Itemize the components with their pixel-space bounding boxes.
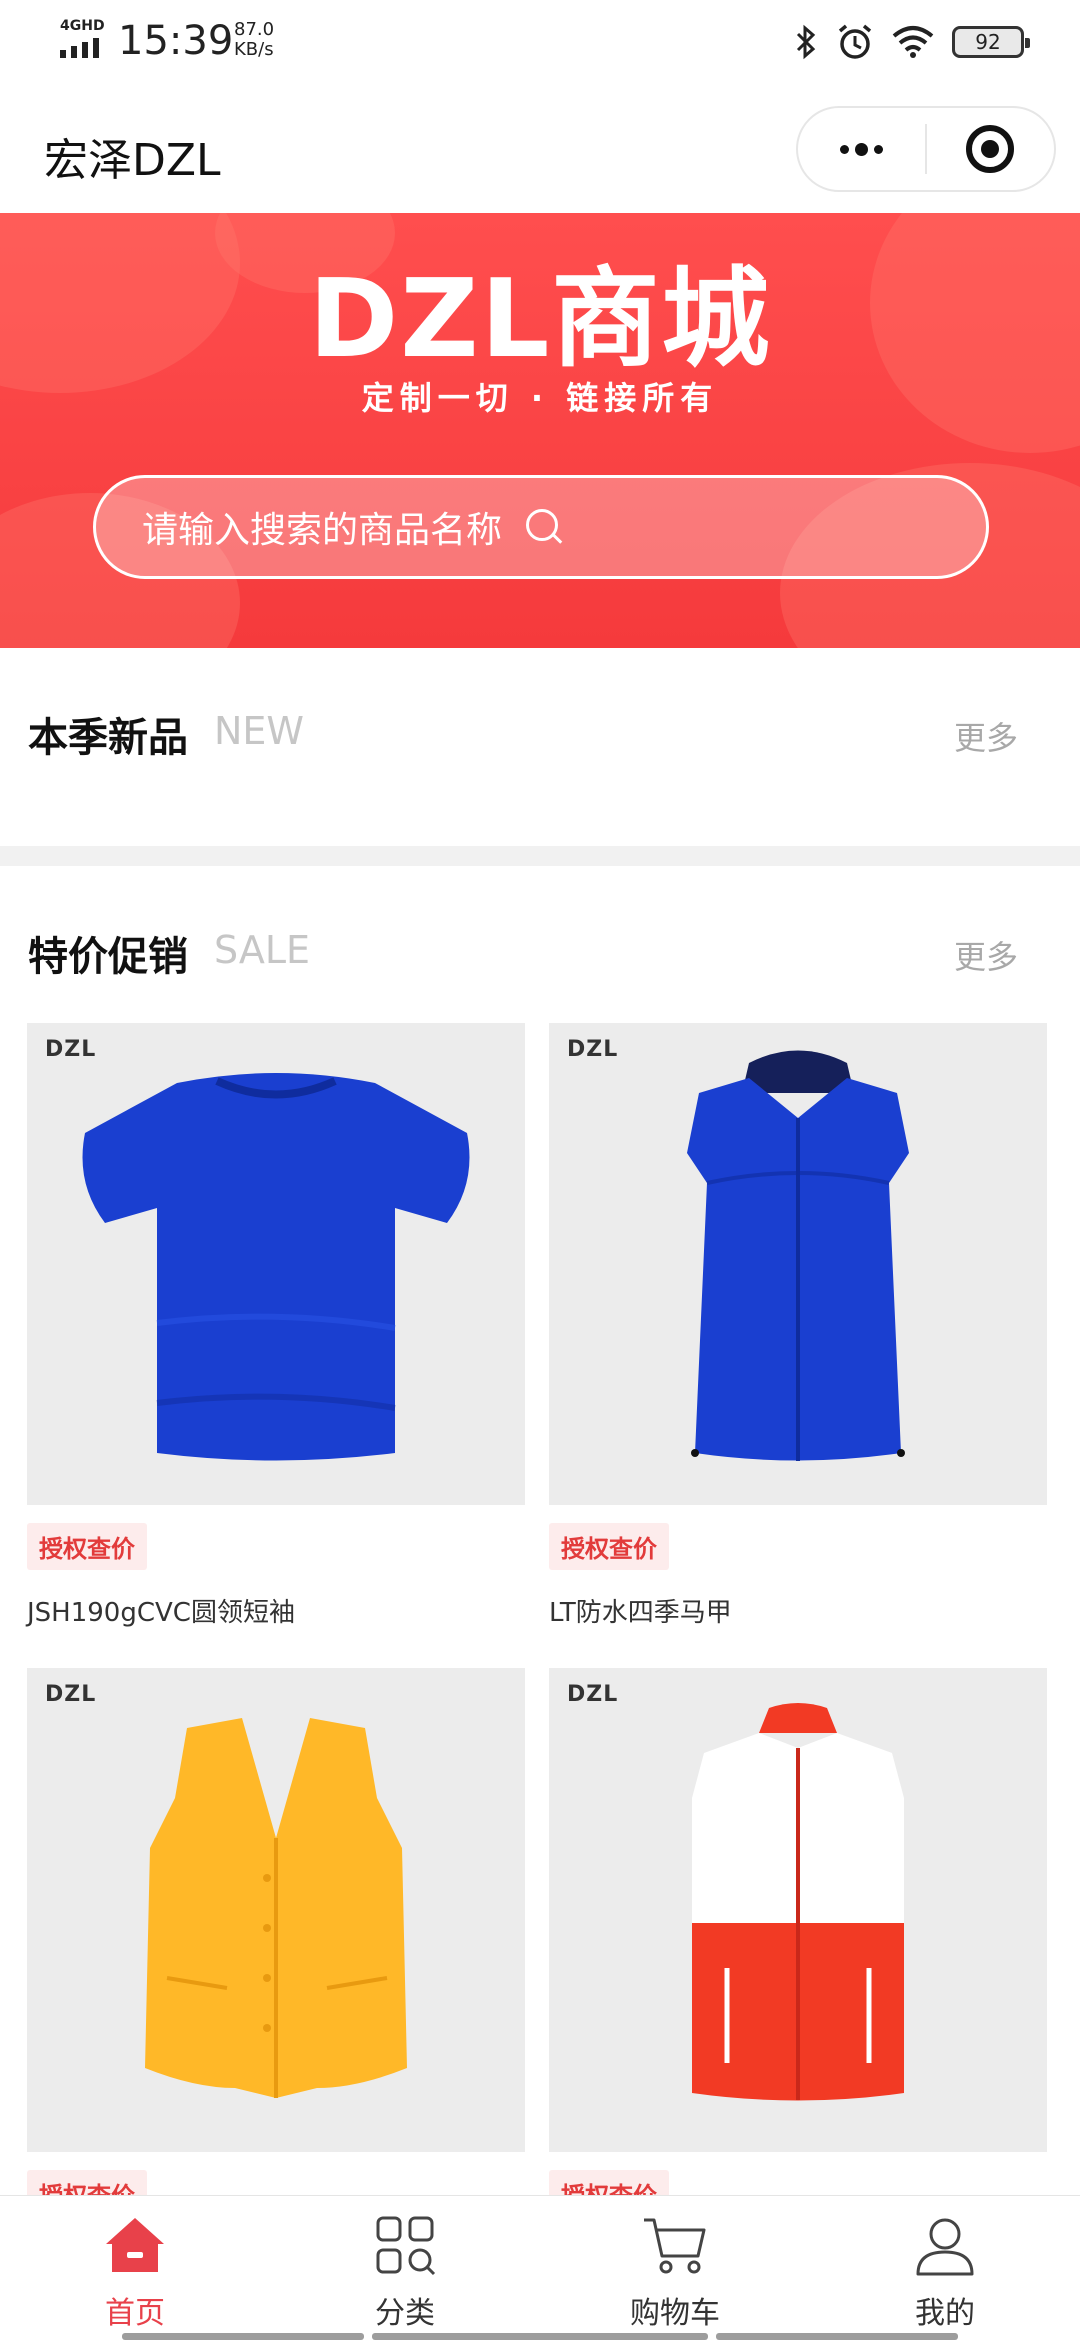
product-image[interactable]: DZL [549, 1668, 1047, 2152]
signal-icon [60, 38, 99, 58]
gesture-bar [716, 2333, 958, 2340]
alarm-icon [838, 24, 872, 59]
search-placeholder: 请输入搜索的商品名称 [142, 510, 503, 551]
speed-value: 87.0 [234, 19, 275, 40]
product-card[interactable]: DZL 授权查价 [27, 1668, 525, 2217]
new-section-title: 本季新品 [28, 715, 188, 761]
network-speed: 87.0 KB/s [234, 20, 274, 60]
battery-level: 92 [975, 30, 1001, 54]
gesture-bar [372, 2333, 708, 2340]
red-white-vest-image [692, 1703, 904, 2101]
new-more-link[interactable]: 更多 [954, 713, 1018, 759]
sale-section-title: 特价促销 [28, 934, 188, 980]
product-card[interactable]: DZL 授权查价 [549, 1668, 1047, 2217]
capsule-menu [796, 106, 1056, 192]
product-image[interactable]: DZL [27, 1668, 525, 2152]
bluetooth-icon [796, 24, 816, 60]
tab-home[interactable]: 首页 [0, 2196, 270, 2340]
tab-cart-label: 购物车 [630, 2296, 720, 2331]
sale-section-subtitle: SALE [214, 928, 311, 972]
bottom-tab-bar: 首页 分类 购物车 我的 [0, 2195, 1080, 2340]
network-type: 4GHD [60, 18, 105, 34]
status-icons: 92 [794, 20, 1030, 64]
more-dots-icon [840, 142, 883, 156]
price-auth-tag: 授权查价 [27, 1523, 147, 1570]
product-image[interactable]: DZL [27, 1023, 525, 1505]
blue-hooded-vest-image [687, 1050, 909, 1461]
tab-category[interactable]: 分类 [270, 2196, 540, 2340]
sale-more-link[interactable]: 更多 [954, 932, 1018, 978]
status-bar: 4GHD 15:39 87.0 KB/s 92 [0, 0, 1080, 88]
category-grid-icon [370, 2210, 440, 2280]
more-button[interactable] [798, 106, 925, 192]
tab-mine[interactable]: 我的 [810, 2196, 1080, 2340]
close-miniprogram-button[interactable] [927, 106, 1054, 192]
tab-mine-label: 我的 [915, 2296, 975, 2331]
product-brand-logo: DZL [567, 1037, 619, 1062]
hero-banner: DZL商城 定制一切 · 链接所有 请输入搜索的商品名称 [0, 213, 1080, 648]
user-icon [910, 2210, 980, 2280]
tab-cart[interactable]: 购物车 [540, 2196, 810, 2340]
product-card[interactable]: DZL 授权查价 JSH190gCVC圆领短袖 [27, 1023, 525, 1629]
brand-logo: DZL商城 [308, 257, 772, 382]
product-brand-logo: DZL [45, 1037, 97, 1062]
search-icon [524, 507, 564, 547]
speed-unit: KB/s [234, 39, 274, 60]
brand-slogan: 定制一切 · 链接所有 [361, 379, 719, 417]
sale-section-header: 特价促销 SALE 更多 [0, 912, 1080, 992]
battery-icon: 92 [952, 26, 1030, 58]
new-section-subtitle: NEW [214, 709, 305, 753]
section-divider [0, 846, 1080, 866]
price-auth-tag: 授权查价 [549, 1523, 669, 1570]
home-icon [100, 2210, 170, 2280]
cart-icon [640, 2210, 710, 2280]
tab-home-label: 首页 [105, 2296, 165, 2331]
gesture-bar [122, 2333, 364, 2340]
product-brand-logo: DZL [45, 1682, 97, 1707]
target-circle-icon [966, 125, 1015, 173]
tab-category-label: 分类 [375, 2296, 435, 2331]
product-brand-logo: DZL [567, 1682, 619, 1707]
clock: 15:39 [118, 18, 234, 64]
product-card[interactable]: DZL 授权查价 LT防水四季马甲 [549, 1023, 1047, 1629]
wifi-icon [892, 26, 934, 58]
search-input[interactable]: 请输入搜索的商品名称 [93, 475, 989, 579]
new-section-header: 本季新品 NEW 更多 [0, 693, 1080, 773]
product-name: LT防水四季马甲 [549, 1598, 732, 1628]
page-title: 宏泽DZL [44, 135, 221, 186]
blue-tshirt-image [82, 1073, 470, 1461]
product-image[interactable]: DZL [549, 1023, 1047, 1505]
mini-program-nav-bar: 宏泽DZL [0, 88, 1080, 212]
product-name: JSH190gCVC圆领短袖 [27, 1598, 295, 1628]
yellow-vest-image [145, 1718, 407, 2098]
